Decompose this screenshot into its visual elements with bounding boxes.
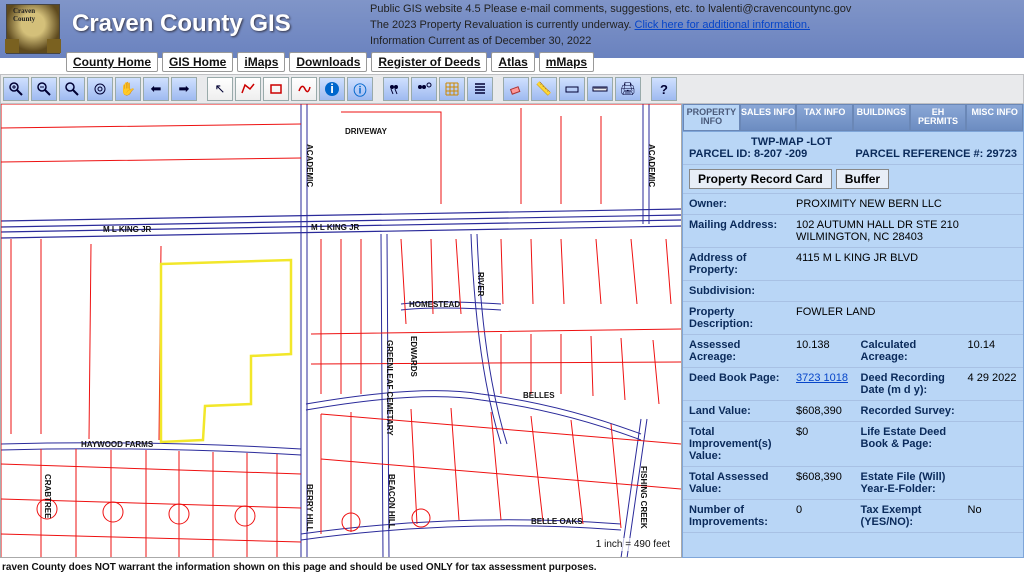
magnify-icon[interactable] [59, 77, 85, 101]
svg-text:HAYWOOD FARMS: HAYWOOD FARMS [81, 440, 154, 449]
svg-text:ACADEMIC: ACADEMIC [305, 144, 314, 187]
next-extent-icon[interactable]: ➡ [171, 77, 197, 101]
zoom-out-icon[interactable] [31, 77, 57, 101]
svg-text:ACADEMIC: ACADEMIC [647, 144, 656, 187]
find-adv-icon[interactable] [411, 77, 437, 101]
grid-icon[interactable] [439, 77, 465, 101]
property-info-table: Owner:PROXIMITY NEW BERN LLC Mailing Add… [683, 194, 1023, 533]
notice-line-1: Public GIS website 4.5 Please e-mail com… [370, 2, 851, 18]
tab-sales-info[interactable]: SALES INFO [740, 104, 797, 131]
measure-area-icon[interactable] [559, 77, 585, 101]
svg-text:BELLE OAKS: BELLE OAKS [531, 517, 583, 526]
disclaimer-text: raven County does NOT warrant the inform… [0, 558, 1024, 577]
zoom-extent-icon[interactable] [87, 77, 113, 101]
svg-text:HOMESTEAD: HOMESTEAD [409, 300, 460, 309]
map-scale-label: 1 inch = 490 feet [593, 538, 673, 551]
nav-imaps[interactable]: iMaps [237, 52, 285, 72]
nav-register-deeds[interactable]: Register of Deeds [371, 52, 487, 72]
nav-county-home[interactable]: County Home [66, 52, 158, 72]
help-icon[interactable]: ? [651, 77, 677, 101]
tab-misc-info[interactable]: MISC INFO [966, 104, 1023, 131]
select-freehand-icon[interactable] [291, 77, 317, 101]
nav-mmaps[interactable]: mMaps [539, 52, 594, 72]
property-record-card-button[interactable]: Property Record Card [689, 169, 832, 189]
svg-text:M L KING JR: M L KING JR [311, 223, 360, 232]
tab-property-info[interactable]: PROPERTY INFO [683, 104, 740, 131]
zoom-in-icon[interactable] [3, 77, 29, 101]
panel-tabs: PROPERTY INFO SALES INFO TAX INFO BUILDI… [683, 104, 1023, 132]
seal-label: Craven County [13, 7, 59, 23]
info-icon[interactable]: ⓘ [347, 77, 373, 101]
identify-icon[interactable]: i [319, 77, 345, 101]
selected-parcel-outline [161, 260, 291, 442]
tab-buildings[interactable]: BUILDINGS [853, 104, 910, 131]
svg-text:RIVER: RIVER [476, 272, 485, 297]
app-title: Craven County GIS [72, 10, 291, 38]
nav-atlas[interactable]: Atlas [491, 52, 534, 72]
zoom-window-icon[interactable]: ✋ [115, 77, 141, 101]
nav-gis-home[interactable]: GIS Home [162, 52, 233, 72]
prev-extent-icon[interactable]: ⬅ [143, 77, 169, 101]
find-icon[interactable] [383, 77, 409, 101]
svg-text:BELLES: BELLES [523, 391, 555, 400]
map-toolbar: ✋ ⬅ ➡ ↖ i ⓘ 📏 🖨 ? [0, 74, 1024, 104]
header-banner: Craven County Craven County GIS Public G… [0, 0, 1024, 58]
header-notices: Public GIS website 4.5 Please e-mail com… [370, 2, 851, 50]
nav-downloads[interactable]: Downloads [289, 52, 367, 72]
ruler-icon[interactable] [587, 77, 613, 101]
tab-tax-info[interactable]: TAX INFO [796, 104, 853, 131]
nav-row: County Home GIS Home iMaps Downloads Reg… [66, 52, 594, 72]
eraser-icon[interactable] [503, 77, 529, 101]
notice-line-2: The 2023 Property Revaluation is current… [370, 18, 851, 34]
parcel-map-svg: M L KING JR M L KING JR ACADEMIC DRIVEWA… [1, 104, 681, 558]
select-poly-icon[interactable] [235, 77, 261, 101]
notice-line-3: Information Current as of December 30, 2… [370, 34, 851, 50]
buffer-button[interactable]: Buffer [836, 169, 889, 189]
pointer-icon[interactable]: ↖ [207, 77, 233, 101]
tab-eh-permits[interactable]: EH PERMITS [910, 104, 967, 131]
measure-line-icon[interactable]: 📏 [531, 77, 557, 101]
select-rect-icon[interactable] [263, 77, 289, 101]
svg-text:BEACON HILL: BEACON HILL [387, 474, 396, 529]
parcel-id-row: TWP-MAP -LOT PARCEL ID: 8-207 -209 PARCE… [683, 132, 1023, 165]
svg-text:GREENLEAF CEMETARY: GREENLEAF CEMETARY [385, 340, 394, 436]
county-seal-icon: Craven County [6, 4, 60, 54]
revaluation-link[interactable]: Click here for additional information. [635, 19, 810, 31]
svg-text:DRIVEWAY: DRIVEWAY [345, 127, 388, 136]
svg-text:M L KING JR: M L KING JR [103, 225, 152, 234]
svg-text:CRABTREE: CRABTREE [43, 474, 52, 519]
print-icon[interactable]: 🖨 [615, 77, 641, 101]
svg-text:FISHING CREEK: FISHING CREEK [639, 466, 648, 529]
info-panel: PROPERTY INFO SALES INFO TAX INFO BUILDI… [682, 104, 1024, 558]
map-canvas[interactable]: M L KING JR M L KING JR ACADEMIC DRIVEWA… [0, 104, 682, 558]
deed-book-link[interactable]: 3723 1018 [796, 372, 848, 384]
layers-icon[interactable] [467, 77, 493, 101]
svg-text:BERRY HILL: BERRY HILL [305, 484, 314, 532]
svg-text:EDWARDS: EDWARDS [409, 336, 418, 378]
